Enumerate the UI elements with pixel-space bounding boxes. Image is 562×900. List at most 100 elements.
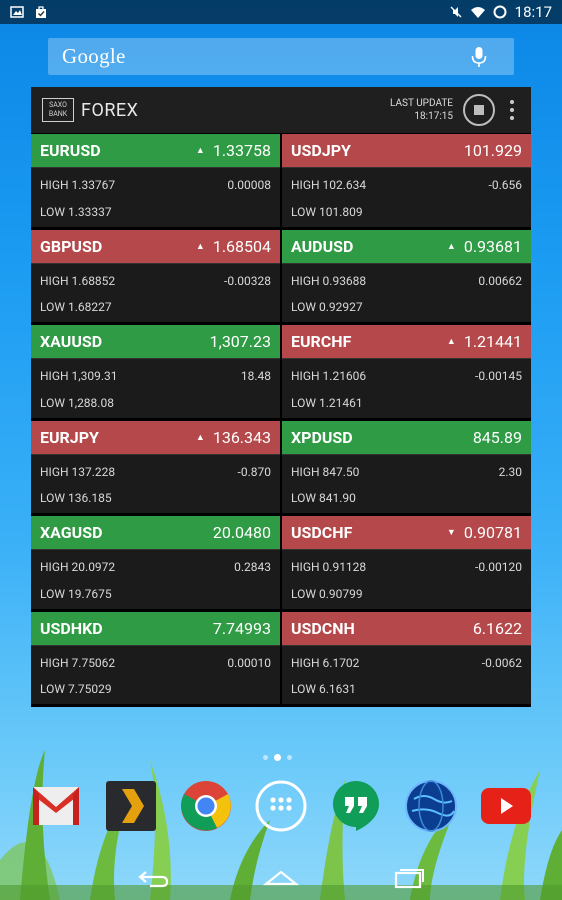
tile-stats: HIGH 0.91128 -0.00120 LOW 0.90799 [282,549,531,609]
currency-pair: XAGUSD [40,523,103,542]
tile-stats: HIGH 102.634 -0.656 LOW 101.809 [282,167,531,227]
stop-button[interactable] [463,94,495,126]
forex-tile-xagusd[interactable]: XAGUSD 20.0480 HIGH 20.0972 0.2843 LOW 1… [31,516,280,609]
trend-arrow-icon: ▲ [446,241,456,252]
currency-pair: EURUSD [40,141,101,160]
high-value: HIGH 1,309.31 [40,369,118,383]
high-value: HIGH 102.634 [291,178,367,192]
tile-stats: HIGH 137.228 -0.870 LOW 136.185 [31,453,280,514]
home-icon [263,870,299,886]
change-value: 0.2843 [234,560,271,574]
change-value: -0.870 [237,464,271,479]
microphone-icon[interactable] [470,46,488,68]
shopping-bag-notification-icon [36,6,46,18]
forex-tile-audusd[interactable]: AUDUSD ▲ 0.93681 HIGH 0.93688 0.00662 LO… [282,229,531,323]
widget-header: SAXO BANK FOREX LAST UPDATE 18:17:15 [31,87,531,133]
currency-pair: GBPUSD [40,236,103,256]
forex-tile-usdhkd[interactable]: USDHKD 7.74993 HIGH 7.75062 0.00010 LOW … [31,611,280,704]
widget-title: FOREX [81,99,139,121]
current-price: ▲ 1.68504 [196,237,271,256]
tile-header: USDJPY 101.929 [282,134,531,167]
low-value: LOW 19.7675 [40,586,112,601]
price-value: 845.89 [472,427,522,447]
tile-stats: HIGH 1.68852 -0.00328 LOW 1.68227 [31,262,280,323]
youtube-icon[interactable] [479,779,533,833]
stop-icon [474,105,484,115]
low-value: LOW 136.185 [40,491,112,506]
forex-tile-xpdusd[interactable]: XPDUSD 845.89 HIGH 847.50 2.30 LOW 841.9… [282,420,531,513]
high-value: HIGH 6.1702 [291,655,360,670]
trend-arrow-icon: ▲ [195,241,205,252]
currency-pair: AUDUSD [291,236,354,256]
recents-icon [394,869,424,889]
high-value: HIGH 1.68852 [40,273,116,288]
low-value: LOW 0.92927 [291,300,363,315]
currency-pair: USDHKD [40,618,103,638]
change-value: -0.0062 [481,655,522,670]
chrome-icon[interactable] [179,779,233,833]
forex-tile-eurjpy[interactable]: EURJPY ▲ 136.343 HIGH 137.228 -0.870 LOW… [31,420,280,514]
page-dot [287,755,292,760]
low-value: LOW 1,288.08 [40,395,114,410]
tile-header: USDHKD 7.74993 [31,611,280,645]
earth-icon[interactable] [404,779,458,833]
current-price: ▲ 0.93681 [447,237,522,256]
sync-icon [493,5,507,19]
price-value: 101.929 [463,141,522,160]
status-clock: 18:17 [514,3,552,21]
currency-pair: XAUUSD [40,332,103,351]
current-price: ▲ 1.21441 [447,332,522,351]
current-price: ▲ 1.33758 [196,141,271,160]
low-value: LOW 841.90 [291,491,356,506]
app-drawer-icon[interactable] [254,779,308,833]
back-button[interactable] [133,865,173,891]
app-dock [0,776,562,836]
currency-pair: EURCHF [291,332,352,351]
change-value: 0.00662 [478,273,522,288]
price-value: 0.93681 [463,236,522,256]
price-value: 20.0480 [212,523,271,542]
low-value: LOW 101.809 [291,204,363,219]
change-value: 0.00008 [227,178,271,192]
low-value: LOW 7.75029 [40,682,112,697]
wifi-icon [470,7,485,18]
logo-line-2: BANK [48,110,68,118]
recents-button[interactable] [389,865,429,891]
forex-tile-eurusd[interactable]: EURUSD ▲ 1.33758 HIGH 1.33767 0.00008 LO… [31,134,280,227]
tile-stats: HIGH 1.21606 -0.00145 LOW 1.21461 [282,358,531,418]
forex-tile-usdcnh[interactable]: USDCNH 6.1622 HIGH 6.1702 -0.0062 LOW 6.… [282,611,531,704]
price-value: 1,307.23 [209,332,271,351]
hangouts-icon[interactable] [329,779,383,833]
forex-widget: SAXO BANK FOREX LAST UPDATE 18:17:15 EUR… [31,87,531,707]
google-search-bar[interactable]: Google [48,38,514,75]
tile-header: XAUUSD 1,307.23 [31,325,280,358]
currency-pair: EURJPY [40,427,99,447]
forex-tile-eurchf[interactable]: EURCHF ▲ 1.21441 HIGH 1.21606 -0.00145 L… [282,325,531,418]
last-update: LAST UPDATE 18:17:15 [390,97,453,123]
last-update-label: LAST UPDATE [390,98,453,109]
page-dot-active [274,754,281,761]
google-logo: Google [62,44,126,68]
low-value: LOW 0.90799 [291,586,363,601]
change-value: -0.00145 [475,369,522,383]
forex-tile-usdchf[interactable]: USDCHF ▼ 0.90781 HIGH 0.91128 -0.00120 L… [282,516,531,609]
page-indicator [263,754,292,761]
low-value: LOW 1.33337 [40,204,112,219]
home-button[interactable] [261,865,301,891]
status-bar: 18:17 [0,0,562,24]
high-value: HIGH 0.91128 [291,560,367,574]
currency-pair: USDCHF [291,523,353,542]
gmail-icon[interactable] [29,779,83,833]
current-price: 20.0480 [205,523,271,542]
forex-tile-xauusd[interactable]: XAUUSD 1,307.23 HIGH 1,309.31 18.48 LOW … [31,325,280,418]
mute-icon [450,6,462,18]
logo-line-1: SAXO [49,101,67,109]
forex-tile-usdjpy[interactable]: USDJPY 101.929 HIGH 102.634 -0.656 LOW 1… [282,134,531,227]
plex-icon[interactable] [104,779,158,833]
forex-grid: EURUSD ▲ 1.33758 HIGH 1.33767 0.00008 LO… [31,134,531,704]
navigation-bar [0,856,562,900]
current-price: ▼ 0.90781 [447,523,522,542]
tile-stats: HIGH 0.93688 0.00662 LOW 0.92927 [282,262,531,323]
forex-tile-gbpusd[interactable]: GBPUSD ▲ 1.68504 HIGH 1.68852 -0.00328 L… [31,229,280,323]
overflow-menu-button[interactable] [509,100,515,120]
